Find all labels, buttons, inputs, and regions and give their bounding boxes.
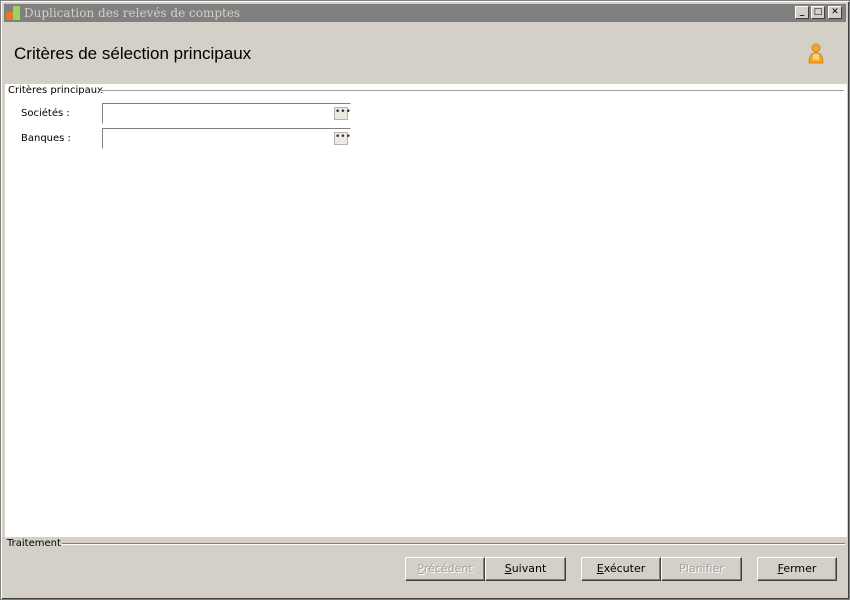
next-label: uivant [511,562,547,575]
execute-mnemonic: E [596,562,604,575]
page-header: Critères de sélection principaux [4,22,846,84]
app-icon [6,6,20,20]
societes-field-row: Sociétés : ••• [5,103,365,125]
banques-label: Banques : [21,133,71,144]
minimize-icon: _ [799,7,805,17]
previous-button[interactable]: Précédent [405,557,485,581]
societes-browse-button[interactable]: ••• [334,107,351,120]
close-label: ermer [783,562,817,575]
close-button[interactable]: Fermer [757,557,837,581]
banques-input[interactable] [104,130,334,147]
action-bar: Traitement Précédent Suivant Exécuter Pl… [4,537,846,597]
schedule-label: Planifier [679,562,724,575]
criteria-panel: Critères principaux Sociétés : ••• Banqu… [5,84,847,537]
schedule-button[interactable]: Planifier [661,557,742,581]
ellipsis-icon: ••• [335,107,351,117]
minimize-button[interactable]: _ [795,6,809,19]
close-window-button[interactable]: ✕ [828,6,842,19]
window-title: Duplication des relevés de comptes [24,6,241,20]
societes-input-box: ••• [102,103,351,124]
banques-input-box: ••• [102,128,351,149]
banques-field-row: Banques : ••• [5,128,365,150]
maximize-icon: □ [813,7,823,17]
page-title: Critères de sélection principaux [14,44,252,63]
societes-input[interactable] [104,105,334,122]
traitement-legend: Traitement [7,538,64,549]
next-mnemonic: S [504,562,512,575]
execute-label: xécuter [603,562,646,575]
maximize-button[interactable]: □ [811,6,825,19]
user-icon [808,43,824,64]
group-divider [100,90,844,92]
ellipsis-icon: ••• [335,132,351,142]
banques-browse-button[interactable]: ••• [334,132,351,145]
societes-label: Sociétés : [21,108,70,119]
execute-button[interactable]: Exécuter [581,557,661,581]
close-icon: ✕ [831,7,839,17]
criteria-group-legend: Critères principaux [8,85,106,96]
footer-divider [62,543,845,545]
title-bar[interactable]: Duplication des relevés de comptes _ □ ✕ [4,4,846,22]
next-button[interactable]: Suivant [485,557,566,581]
previous-label: récédent [423,562,473,575]
main-window: Duplication des relevés de comptes _ □ ✕… [0,0,850,600]
